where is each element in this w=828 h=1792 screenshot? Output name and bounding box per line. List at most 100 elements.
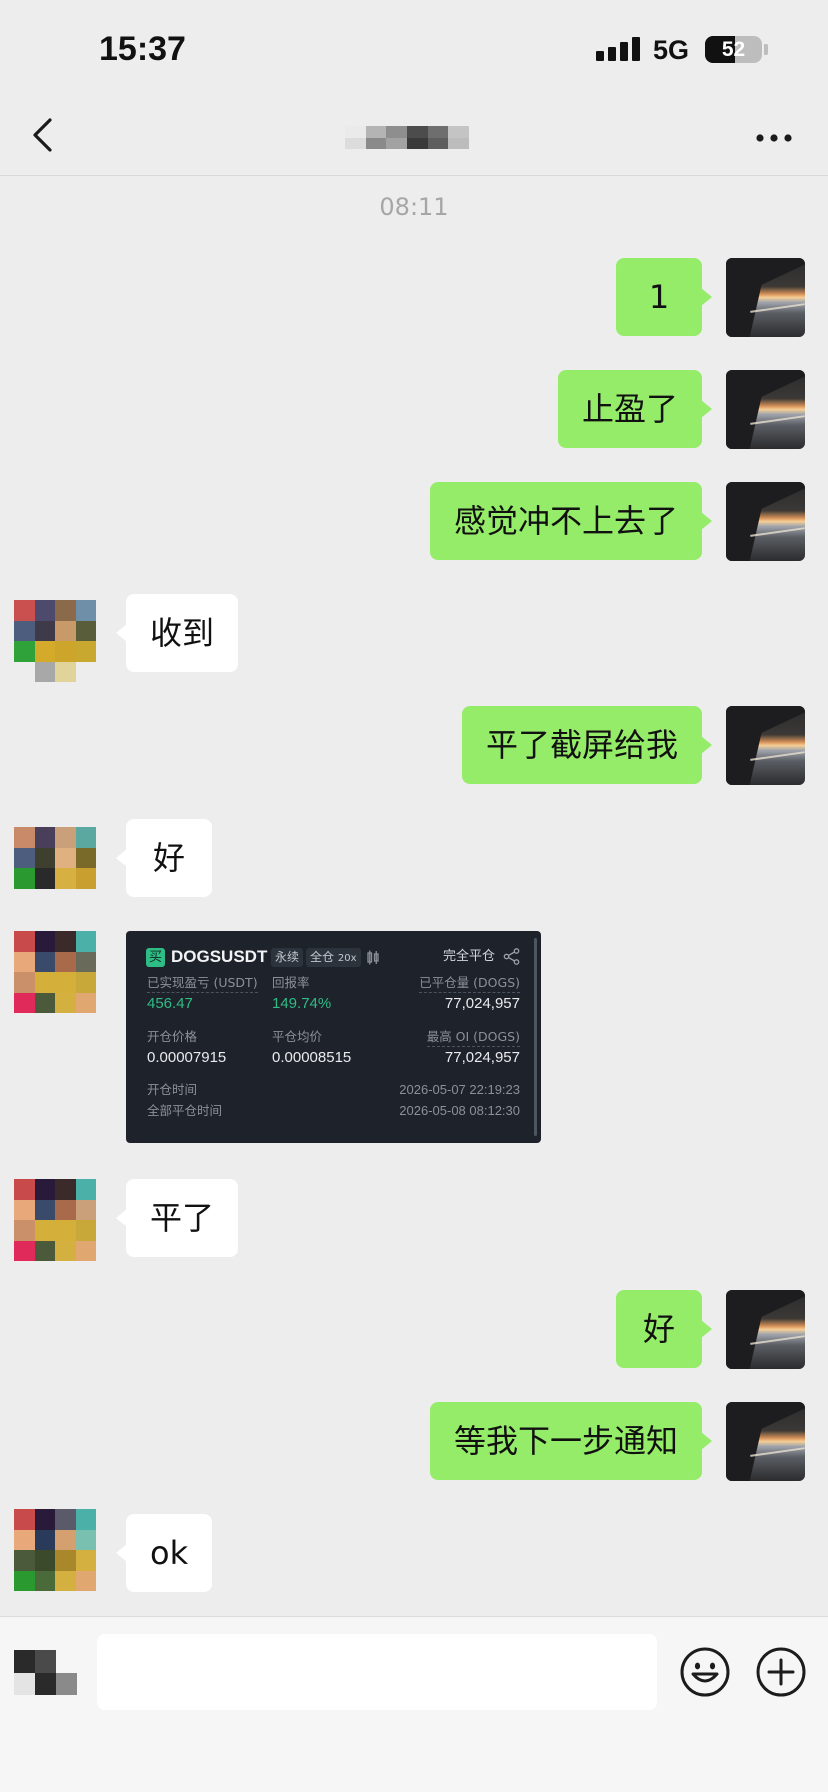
emoji-icon — [680, 1647, 730, 1697]
mosaic-pixel — [34, 1240, 55, 1261]
message-bubble-contact[interactable]: 好 — [116, 819, 212, 897]
mosaic-pixel — [34, 868, 55, 889]
mosaic-pixel — [55, 951, 76, 972]
mosaic-pixel — [75, 1570, 96, 1591]
message-bubble-self[interactable]: 等我下一步通知 — [429, 1402, 713, 1480]
trade-symbol: DOGSUSDT — [171, 947, 268, 966]
message-bubble-self[interactable]: 好 — [616, 1290, 712, 1368]
avatar-photo-shade — [726, 482, 805, 561]
mosaic-pixel — [406, 137, 428, 149]
message-bubble-contact[interactable]: ok — [115, 1514, 213, 1592]
emoji-button[interactable] — [679, 1646, 731, 1698]
mosaic-pixel — [34, 1179, 55, 1200]
mosaic-pixel — [14, 931, 35, 952]
mosaic-pixel — [386, 137, 407, 149]
message-input[interactable] — [97, 1634, 657, 1710]
mosaic-pixel — [75, 1550, 96, 1571]
mosaic-pixel — [34, 951, 55, 972]
mosaic-pixel — [56, 1672, 77, 1695]
card-scrollbar — [534, 938, 537, 1136]
mosaic-pixel — [75, 931, 96, 952]
mosaic-pixel — [75, 1179, 96, 1200]
mosaic-pixel — [75, 827, 96, 848]
exit-price-value: 0.00008515 — [272, 1049, 352, 1066]
message-bubble-self[interactable]: 止盈了 — [557, 370, 713, 448]
mosaic-pixel — [55, 1179, 76, 1200]
avatar-self[interactable] — [726, 482, 805, 561]
mosaic-pixel — [14, 972, 35, 993]
mosaic-pixel — [386, 126, 407, 138]
mosaic-pixel — [34, 1220, 55, 1241]
avatar-self[interactable] — [726, 258, 805, 337]
more-functions-button[interactable] — [755, 1646, 807, 1698]
avatar-self[interactable] — [726, 370, 805, 449]
mosaic-pixel — [427, 137, 449, 149]
back-button[interactable] — [28, 115, 56, 155]
mosaic-pixel — [34, 1570, 55, 1591]
message-bubble-self[interactable]: 1 — [616, 258, 712, 336]
avatar-contact[interactable] — [14, 600, 96, 682]
mosaic-pixel — [14, 1199, 35, 1220]
avatar-self[interactable] — [726, 706, 805, 785]
network-type: 5G — [653, 35, 690, 65]
side-badge: 买 — [146, 948, 165, 967]
avatar-contact[interactable] — [14, 827, 96, 889]
contract-type-chip: 永续 — [271, 948, 304, 967]
mosaic-pixel — [427, 126, 449, 138]
avatar-photo-rail — [749, 751, 805, 761]
mosaic-pixel — [34, 1199, 55, 1220]
mosaic-pixel — [34, 972, 55, 993]
avatar-photo-shade — [726, 258, 805, 337]
mosaic-pixel — [55, 641, 76, 662]
message-bubble-contact[interactable]: 收到 — [115, 594, 239, 672]
mosaic-pixel — [55, 1570, 76, 1591]
mosaic-pixel — [55, 1550, 76, 1571]
mosaic-pixel — [406, 126, 428, 138]
mosaic-pixel — [14, 1570, 35, 1591]
mosaic-pixel — [75, 951, 96, 972]
battery-icon: 52 — [705, 36, 762, 63]
avatar-contact[interactable] — [14, 1179, 96, 1261]
mosaic-pixel — [14, 1529, 35, 1550]
mosaic-pixel — [14, 992, 35, 1013]
margin-mode: 全仓 — [310, 950, 335, 964]
margin-mode-chip: 全仓 20x — [306, 948, 361, 967]
voice-icon[interactable] — [14, 1650, 77, 1695]
avatar-self[interactable] — [726, 1402, 805, 1481]
mosaic-pixel — [75, 641, 96, 662]
mosaic-pixel — [75, 600, 96, 621]
mosaic-pixel — [35, 1672, 56, 1695]
closed-qty-value: 77,024,957 — [444, 995, 520, 1012]
signal-icon — [596, 37, 640, 61]
message-bubble-self[interactable]: 平了截屏给我 — [461, 706, 713, 784]
more-button[interactable] — [755, 128, 793, 142]
mosaic-pixel — [448, 137, 469, 149]
leverage: 20x — [337, 953, 357, 964]
mosaic-pixel — [55, 847, 76, 869]
mosaic-pixel — [55, 620, 76, 641]
share-icon — [503, 948, 520, 965]
avatar-photo-rail — [749, 527, 805, 537]
exit-price-label: 平仓均价 — [272, 1029, 323, 1044]
mosaic-pixel — [14, 951, 35, 972]
mosaic-pixel — [75, 992, 96, 1013]
message-bubble-self[interactable]: 感觉冲不上去了 — [429, 482, 713, 560]
max-oi-label: 最高 OI (DOGS) — [426, 1028, 520, 1047]
mosaic-pixel — [345, 126, 366, 138]
roi-label: 回报率 — [272, 975, 310, 990]
mosaic-pixel — [448, 126, 469, 138]
mosaic-pixel — [55, 1529, 76, 1550]
avatar-self[interactable] — [726, 1290, 805, 1369]
message-bubble-contact[interactable]: 平了 — [115, 1179, 239, 1257]
avatar-photo-rail — [749, 1447, 805, 1457]
avatar-contact[interactable] — [14, 1509, 96, 1591]
trade-screenshot-card[interactable]: 买 DOGSUSDT 永续 全仓 20x 完全平仓 已实现盈亏 (USDT) 4… — [126, 931, 541, 1143]
avatar-contact[interactable] — [14, 931, 96, 1013]
mosaic-pixel — [55, 827, 76, 848]
mosaic-pixel — [34, 992, 55, 1013]
mosaic-pixel — [14, 1240, 35, 1261]
mosaic-pixel — [34, 1529, 55, 1550]
max-oi-value: 77,024,957 — [444, 1049, 520, 1066]
mosaic-pixel — [34, 827, 55, 848]
mosaic-pixel — [55, 600, 76, 621]
